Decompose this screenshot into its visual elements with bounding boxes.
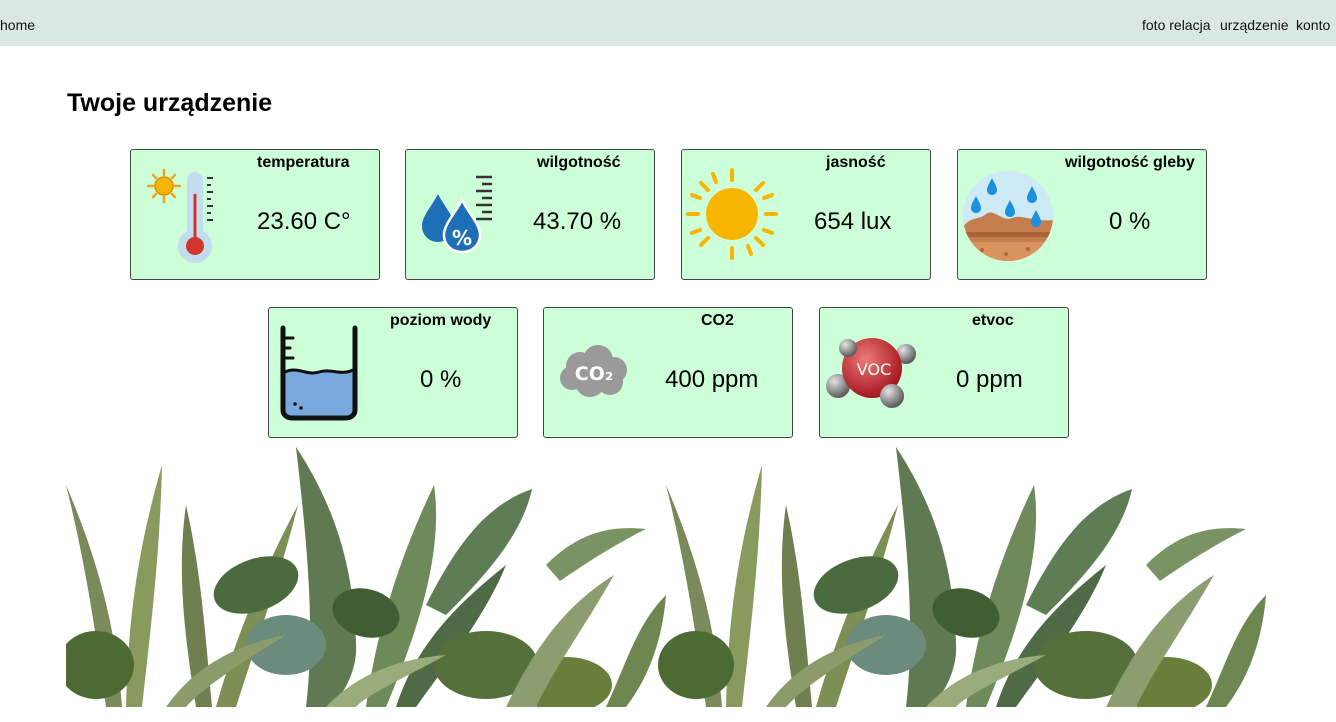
sensor-title: poziom wody — [390, 312, 492, 329]
thermometer-icon — [147, 168, 213, 263]
sensor-title: temperatura — [257, 154, 350, 171]
svg-text:CO₂: CO₂ — [575, 363, 613, 385]
sensor-value: 0 % — [1109, 208, 1151, 235]
sensor-card-soil-moisture: wilgotność gleby 0 % — [957, 149, 1207, 280]
water-level-icon — [280, 325, 358, 421]
sensor-card-humidity: % wilgotność 43.70 % — [405, 149, 655, 280]
sensor-title: jasność — [826, 154, 886, 171]
sensor-value: 0 % — [420, 366, 462, 393]
sensor-card-water-level: poziom wody 0 % — [268, 307, 518, 438]
co2-cloud-icon: CO₂ — [560, 345, 627, 397]
sensor-value: 23.60 C° — [257, 208, 351, 235]
nav-link-home[interactable]: home — [0, 16, 35, 34]
sensor-card-brightness: jasność 654 lux — [681, 149, 931, 280]
top-navigation: home foto relacja urządzenie konto — [0, 0, 1336, 46]
sensor-card-co2: CO₂ CO2 400 ppm — [543, 307, 793, 438]
nav-link-urzadzenie[interactable]: urządzenie — [1220, 16, 1289, 34]
page-title: Twoje urządzenie — [67, 89, 273, 117]
sensor-title: wilgotność — [537, 154, 621, 171]
humidity-icon: % — [422, 175, 492, 254]
svg-text:VOC: VOC — [857, 360, 891, 379]
sensor-value: 43.70 % — [533, 208, 622, 235]
sensor-title: CO2 — [701, 312, 734, 329]
sensor-title: wilgotność gleby — [1065, 154, 1195, 171]
tropical-plants-illustration — [66, 447, 1266, 707]
soil-moisture-icon — [963, 171, 1053, 261]
nav-link-foto-relacja[interactable]: foto relacja — [1142, 16, 1210, 34]
sun-icon — [686, 168, 778, 260]
sensor-card-temperature: temperatura 23.60 C° — [130, 149, 380, 280]
nav-link-konto[interactable]: konto — [1296, 16, 1330, 34]
sensor-value: 400 ppm — [665, 366, 759, 393]
sensor-title: etvoc — [972, 312, 1014, 329]
sensor-value: 0 ppm — [956, 366, 1023, 393]
sensor-value: 654 lux — [814, 208, 892, 235]
svg-text:%: % — [452, 226, 472, 250]
sensor-card-etvoc: VOC etvoc 0 ppm — [819, 307, 1069, 438]
voc-molecule-icon: VOC — [826, 338, 916, 408]
